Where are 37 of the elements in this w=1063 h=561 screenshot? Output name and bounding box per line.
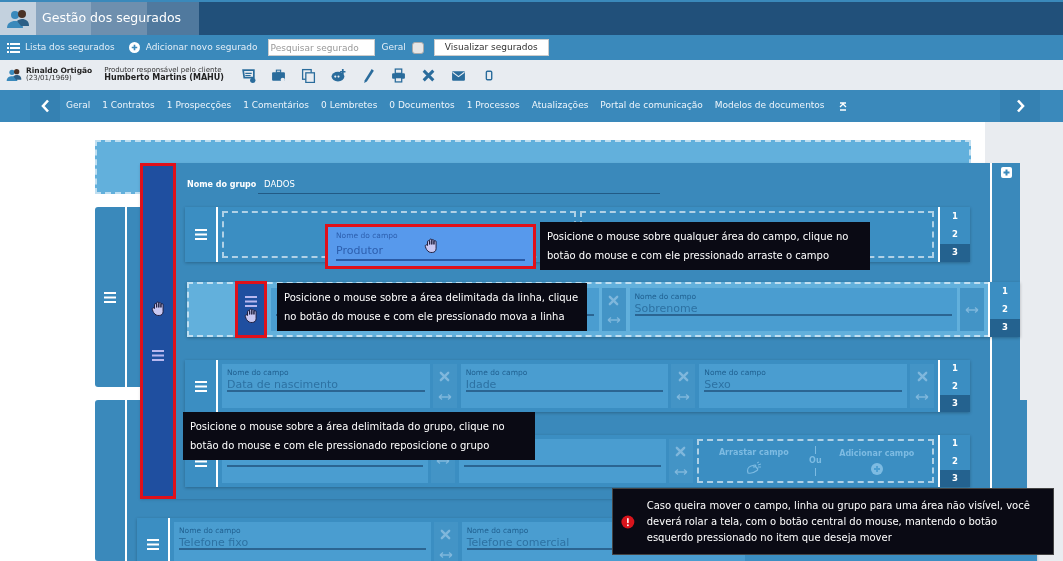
tab[interactable]: Geral <box>66 99 91 113</box>
column-count-button[interactable]: 2 <box>940 377 970 395</box>
column-count-button[interactable]: 2 <box>940 452 970 470</box>
column-count-button[interactable]: 2 <box>990 300 1020 319</box>
column-count-button[interactable]: 1 <box>990 282 1020 301</box>
group-name-field[interactable]: DADOS <box>258 178 660 194</box>
column-count-button[interactable]: 1 <box>940 207 970 226</box>
add-link[interactable]: Adicionar novo segurado <box>128 40 258 55</box>
tab[interactable]: 1 Prospecções <box>166 99 232 113</box>
tab[interactable]: 0 Lembretes <box>321 99 378 113</box>
or-label: Ou <box>809 455 822 467</box>
column-count-button[interactable]: 2 <box>940 225 970 244</box>
filter-label: Geral <box>381 40 406 54</box>
drag-field-label: Arrastar campo <box>718 447 789 459</box>
list-link[interactable]: Lista dos segurados <box>7 40 115 55</box>
tab[interactable]: Portal de comunicação <box>600 99 703 113</box>
producer-name: Humberto Martins (MAHU) <box>104 74 224 84</box>
tab[interactable]: 1 Comentários <box>243 99 310 113</box>
tab[interactable]: 1 Contratos <box>102 99 155 113</box>
column-count-button[interactable]: 1 <box>940 435 970 453</box>
search-field[interactable]: Pesquisar segurado <box>267 39 375 56</box>
group-name-label: Nome do grupo <box>187 179 257 191</box>
window-title: Gestão dos segurados <box>42 9 182 28</box>
column-count-button[interactable]: 1 <box>940 360 970 378</box>
tooltip: Posicione o mouse sobre a área delimitada do grupo, clique no botão do mouse e com ele pressionado reposicione o grupo <box>183 412 535 460</box>
tab[interactable]: 0 Documentos <box>389 99 455 113</box>
tooltip: Posicione o mouse sobre a área delimitada da linha, clique no botão do mouse e com ele pressionado mova a linha <box>277 283 587 331</box>
tab[interactable]: Atualizações <box>531 99 589 113</box>
column-count-button[interactable]: 3 <box>940 394 970 412</box>
add-field-label: Adicionar campo <box>839 447 915 460</box>
column-count-button[interactable]: 3 <box>940 469 970 487</box>
tooltip: Posicione o mouse sobre qualquer área do campo, clique no botão do mouse e com ele pressionado arraste o campo <box>540 222 870 270</box>
tab[interactable]: 1 Processos <box>466 99 520 113</box>
column-count-button[interactable]: 3 <box>940 243 970 262</box>
view-button[interactable]: Visualizar segurados <box>433 39 549 56</box>
tab[interactable]: Modelos de documentos <box>714 99 825 113</box>
column-count-button[interactable]: 3 <box>990 318 1020 337</box>
